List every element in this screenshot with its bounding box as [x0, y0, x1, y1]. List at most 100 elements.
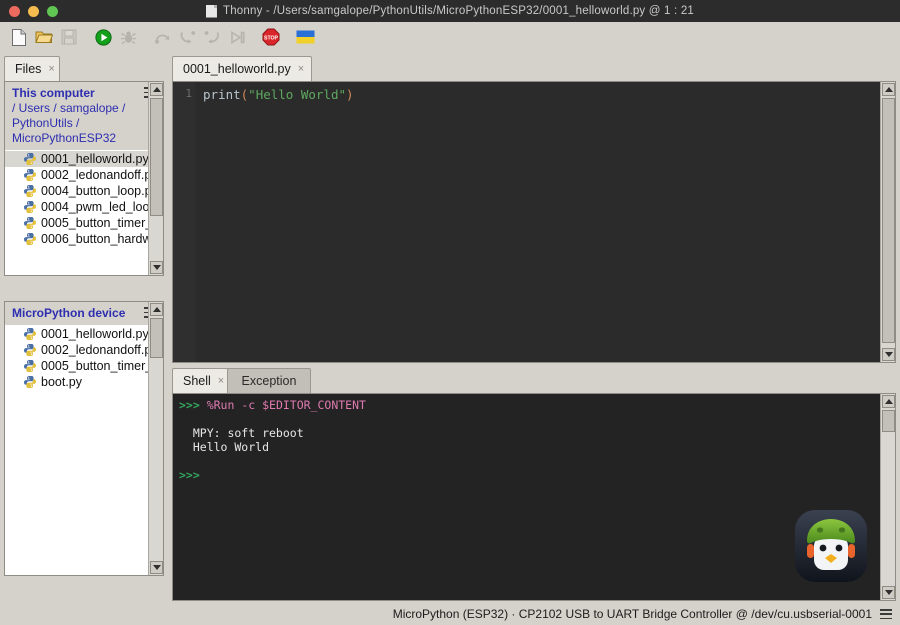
python-file-icon — [23, 232, 37, 246]
editor-tab-label: 0001_helloworld.py — [183, 62, 291, 76]
breadcrumb[interactable]: This computer / Users / samgalope / Pyth… — [12, 86, 157, 146]
micropython-device-pane: MicroPython device 0001_helloworld.py 000… — [4, 301, 164, 576]
files-tab-row: Files × — [4, 56, 164, 81]
code-token-close-paren: ) — [346, 87, 354, 102]
scroll-up-arrow-icon[interactable] — [150, 83, 163, 96]
python-file-icon — [23, 152, 37, 166]
new-file-icon[interactable] — [7, 25, 31, 49]
file-list-item[interactable]: 0004_button_loop.p — [5, 183, 163, 199]
tab-shell[interactable]: Shell × — [172, 368, 230, 393]
shell-tab-row: Shell × Exception — [172, 368, 896, 393]
shell-panel: Shell × Exception >>> %Run -c $EDITOR_CO… — [172, 368, 896, 601]
local-file-list[interactable]: 0001_helloworld.py 0002_ledonandoff.p 0004… — [5, 150, 163, 247]
breadcrumb-part-3[interactable]: MicroPythonESP32 — [12, 131, 116, 145]
file-list-item[interactable]: boot.py — [5, 374, 163, 390]
shell-blank-line — [179, 454, 877, 468]
shell-output: >>> %Run -c $EDITOR_CONTENT MPY: soft re… — [179, 398, 877, 482]
files-panel: Files × This computer / Users / samgalop… — [4, 56, 164, 601]
tab-files-label: Files — [15, 62, 42, 76]
file-list-item[interactable]: 0005_button_timer_ — [5, 358, 163, 374]
file-list-item[interactable]: 0001_helloworld.py — [5, 151, 163, 167]
file-list-item[interactable]: 0002_ledonandoff.p — [5, 167, 163, 183]
editor-scrollbar[interactable] — [880, 82, 895, 362]
breadcrumb-part-2[interactable]: PythonUtils / — [12, 116, 79, 130]
scroll-up-arrow-icon[interactable] — [882, 395, 895, 408]
close-window-button[interactable] — [9, 5, 20, 17]
tab-shell-close-icon[interactable]: × — [218, 375, 224, 387]
device-files-scrollbar[interactable] — [148, 302, 163, 575]
step-over-icon — [150, 25, 174, 49]
python-file-icon — [23, 184, 37, 198]
penguin-helmet-icon — [793, 508, 869, 584]
file-name-label: 0001_helloworld.py — [41, 327, 149, 341]
tab-editor-0001-helloworld[interactable]: 0001_helloworld.py × — [172, 56, 313, 81]
open-file-icon[interactable] — [32, 25, 56, 49]
scrollbar-thumb[interactable] — [882, 410, 895, 432]
status-bar: MicroPython (ESP32) · CP2102 USB to UART… — [0, 603, 900, 625]
scroll-down-arrow-icon[interactable] — [150, 561, 163, 574]
shell-scrollbar[interactable] — [880, 394, 895, 600]
python-file-icon — [23, 359, 37, 373]
shell-blank-line — [179, 412, 877, 426]
shell-output-line: MPY: soft reboot — [179, 426, 304, 440]
python-file-icon — [23, 327, 37, 341]
python-file-icon — [23, 375, 37, 389]
file-name-label: 0001_helloworld.py — [41, 152, 149, 166]
tab-exception[interactable]: Exception — [227, 368, 311, 393]
hamburger-menu-icon[interactable] — [880, 609, 892, 619]
run-icon[interactable] — [91, 25, 115, 49]
python-file-icon — [23, 343, 37, 357]
file-list-item[interactable]: 0001_helloworld.py — [5, 326, 163, 342]
tab-files[interactable]: Files × — [4, 56, 60, 81]
maximize-window-button[interactable] — [47, 5, 58, 17]
code-token-string: "Hello World" — [248, 87, 347, 102]
file-list-item[interactable]: 0004_pwm_led_loop — [5, 199, 163, 215]
scroll-down-arrow-icon[interactable] — [150, 261, 163, 274]
breadcrumb-root[interactable]: This computer — [12, 86, 95, 100]
file-list-item[interactable]: 0005_button_timer_ — [5, 215, 163, 231]
file-name-label: boot.py — [41, 375, 83, 389]
shell-prompt: >>> — [179, 468, 200, 482]
device-title: MicroPython device — [12, 306, 157, 321]
shell-command: %Run -c $EDITOR_CONTENT — [206, 398, 366, 412]
device-title-label: MicroPython device — [12, 306, 126, 320]
editor-panel: 0001_helloworld.py × 1 print("Hello Worl… — [172, 56, 896, 363]
python-file-icon — [23, 216, 37, 230]
step-out-icon — [200, 25, 224, 49]
file-list-item[interactable]: 0006_button_hardw — [5, 231, 163, 247]
python-file-icon — [23, 168, 37, 182]
svg-text:STOP: STOP — [264, 35, 279, 41]
scroll-down-arrow-icon[interactable] — [882, 348, 895, 361]
minimize-window-button[interactable] — [28, 5, 39, 17]
scroll-up-arrow-icon[interactable] — [150, 303, 163, 316]
window-title-group: Thonny - /Users/samgalope/PythonUtils/Mi… — [0, 4, 900, 18]
line-number-gutter: 1 — [173, 82, 195, 362]
window-controls — [0, 5, 58, 17]
window-title: Thonny - /Users/samgalope/PythonUtils/Mi… — [222, 5, 695, 17]
scrollbar-thumb[interactable] — [150, 318, 163, 358]
file-name-label: 0005_button_timer_ — [41, 216, 153, 230]
ukraine-flag-icon[interactable] — [293, 25, 317, 49]
shell-line: >>> %Run -c $EDITOR_CONTENT — [179, 398, 877, 412]
stop-icon[interactable]: STOP — [259, 25, 283, 49]
shell-console[interactable]: >>> %Run -c $EDITOR_CONTENT MPY: soft re… — [172, 393, 896, 601]
scroll-down-arrow-icon[interactable] — [882, 586, 895, 599]
code-content[interactable]: print("Hello World") — [203, 87, 877, 102]
code-token-function: print — [203, 87, 241, 102]
local-files-scrollbar[interactable] — [148, 82, 163, 275]
python-file-icon — [23, 200, 37, 214]
this-computer-pane: This computer / Users / samgalope / Pyth… — [4, 81, 164, 276]
device-file-list[interactable]: 0001_helloworld.py 0002_ledonandoff.p 0005… — [5, 325, 163, 390]
shell-output-line: Hello World — [179, 440, 270, 454]
debug-icon[interactable] — [116, 25, 140, 49]
code-editor[interactable]: 1 print("Hello World") — [172, 81, 896, 363]
editor-tab-row: 0001_helloworld.py × — [172, 56, 896, 81]
file-list-item[interactable]: 0002_ledonandoff.p — [5, 342, 163, 358]
tab-files-close-icon[interactable]: × — [48, 63, 54, 75]
scrollbar-thumb[interactable] — [150, 98, 163, 216]
scroll-up-arrow-icon[interactable] — [882, 83, 895, 96]
scrollbar-thumb[interactable] — [882, 98, 895, 343]
file-name-label: 0004_button_loop.p — [41, 184, 152, 198]
editor-tab-close-icon[interactable]: × — [298, 63, 304, 75]
breadcrumb-part-1[interactable]: / Users / samgalope / — [12, 101, 125, 115]
